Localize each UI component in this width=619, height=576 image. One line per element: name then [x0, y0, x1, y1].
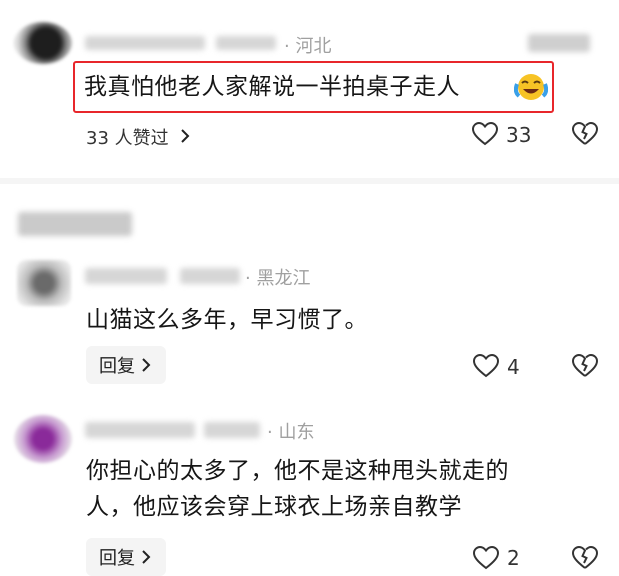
location-label: · 河北: [284, 36, 332, 57]
section-header: [18, 212, 132, 236]
dislike-broken-heart-icon[interactable]: [572, 546, 598, 570]
like-count: 2: [507, 546, 520, 570]
username[interactable]: [204, 422, 260, 438]
username[interactable]: [85, 268, 167, 284]
location-label: · 山东: [267, 422, 315, 443]
like-count: 4: [507, 355, 520, 379]
heart-icon[interactable]: [473, 546, 499, 570]
comment-text: 山猫这么多年，早习惯了。: [86, 307, 368, 333]
comment-text: 人，他应该会穿上球衣上场亲自教学: [86, 494, 462, 520]
avatar[interactable]: [14, 415, 72, 463]
timestamp: [528, 34, 590, 52]
comment-text: 我真怕他老人家解说一半拍桌子走人: [84, 74, 460, 100]
section-divider: [0, 178, 619, 184]
chevron-right-icon[interactable]: [180, 128, 190, 144]
reply-button[interactable]: 回复: [86, 346, 166, 384]
reply-button[interactable]: 回复: [86, 538, 166, 576]
username[interactable]: [216, 36, 276, 50]
username[interactable]: [85, 422, 195, 438]
reply-label: 回复: [99, 356, 135, 377]
username[interactable]: [180, 268, 240, 284]
username[interactable]: [85, 36, 205, 50]
dislike-broken-heart-icon[interactable]: [572, 122, 598, 146]
comment-text: 你担心的太多了，他不是这种甩头就走的: [86, 458, 509, 484]
likers-link[interactable]: 33 人赞过: [86, 124, 169, 150]
chevron-right-icon: [142, 358, 151, 372]
like-count: 33: [506, 123, 532, 147]
avatar[interactable]: [14, 22, 72, 64]
dislike-broken-heart-icon[interactable]: [572, 354, 598, 378]
chevron-right-icon: [142, 550, 151, 564]
reply-label: 回复: [99, 548, 135, 569]
heart-icon[interactable]: [473, 354, 499, 378]
avatar[interactable]: [17, 260, 71, 306]
heart-icon[interactable]: [472, 122, 498, 146]
location-label: · 黑龙江: [245, 268, 311, 289]
cry-laughing-emoji-icon: [514, 72, 548, 102]
